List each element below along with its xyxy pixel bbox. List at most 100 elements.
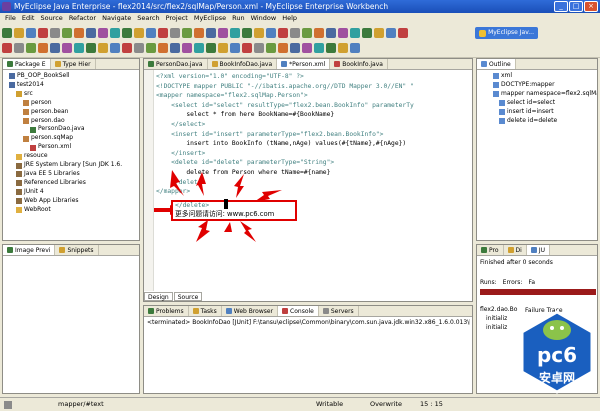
toolbar-button-icon[interactable]: [266, 28, 276, 38]
toolbar-button-icon[interactable]: [14, 28, 24, 38]
tab-source[interactable]: Source: [173, 292, 203, 301]
tree-item[interactable]: Referenced Libraries: [5, 179, 139, 188]
toolbar-button-icon[interactable]: [110, 28, 120, 38]
toolbar-button-icon[interactable]: [230, 43, 240, 53]
minimize-button[interactable]: _: [554, 1, 568, 12]
toolbar-button-icon[interactable]: [98, 28, 108, 38]
tab--person-xml[interactable]: *Person.xml: [277, 59, 331, 69]
toolbar-button-icon[interactable]: [110, 43, 120, 53]
tab-problems[interactable]: Problems: [144, 306, 189, 316]
menu-source[interactable]: Source: [37, 13, 65, 24]
toolbar-button-icon[interactable]: [134, 43, 144, 53]
toolbar-button-icon[interactable]: [182, 43, 192, 53]
toolbar-button-icon[interactable]: [242, 43, 252, 53]
toolbar-button-icon[interactable]: [98, 43, 108, 53]
perspective-switcher[interactable]: MyEclipse Jav...: [475, 27, 538, 39]
tab-web-browser[interactable]: Web Browser: [222, 306, 279, 316]
toolbar-button-icon[interactable]: [146, 43, 156, 53]
toolbar-button-icon[interactable]: [26, 43, 36, 53]
tab-design[interactable]: Design: [144, 292, 173, 301]
menu-project[interactable]: Project: [163, 13, 191, 24]
toolbar-button-icon[interactable]: [14, 43, 24, 53]
tab-snippets[interactable]: Snippets: [55, 245, 99, 255]
toolbar-button-icon[interactable]: [86, 28, 96, 38]
toolbar-button-icon[interactable]: [62, 28, 72, 38]
outline-item[interactable]: mapper namespace=flex2.sqlMap.P: [479, 90, 597, 99]
tab-type-hier[interactable]: Type Hier: [51, 59, 96, 69]
toolbar-button-icon[interactable]: [50, 28, 60, 38]
toolbar-button-icon[interactable]: [206, 28, 216, 38]
toolbar-button-icon[interactable]: [74, 43, 84, 53]
menu-myeclipse[interactable]: MyEclipse: [191, 13, 229, 24]
tab-package-e[interactable]: Package E: [3, 59, 51, 69]
toolbar-button-icon[interactable]: [386, 28, 396, 38]
junit-test-item[interactable]: flex2.dao.Bo: [480, 305, 517, 314]
tree-item[interactable]: person.dao: [5, 117, 139, 126]
menu-edit[interactable]: Edit: [19, 13, 38, 24]
toolbar-button-icon[interactable]: [122, 28, 132, 38]
outline-item[interactable]: select id=select: [479, 99, 597, 108]
tree-item[interactable]: Web App Libraries: [5, 197, 139, 206]
toolbar-button-icon[interactable]: [86, 43, 96, 53]
tab-ju[interactable]: JU: [526, 245, 550, 255]
close-button[interactable]: ×: [584, 1, 598, 12]
tab-pro[interactable]: Pro: [477, 245, 504, 255]
toolbar-button-icon[interactable]: [266, 43, 276, 53]
toolbar-button-icon[interactable]: [74, 28, 84, 38]
toolbar-button-icon[interactable]: [314, 28, 324, 38]
toolbar-button-icon[interactable]: [302, 28, 312, 38]
toolbar-button-icon[interactable]: [218, 43, 228, 53]
toolbar-button-icon[interactable]: [38, 43, 48, 53]
tab-bookinfodao-java[interactable]: BookInfoDao.java: [208, 59, 278, 69]
toolbar-button-icon[interactable]: [338, 43, 348, 53]
toolbar-button-icon[interactable]: [302, 43, 312, 53]
toolbar-button-icon[interactable]: [26, 28, 36, 38]
menu-navigate[interactable]: Navigate: [99, 13, 134, 24]
tree-item[interactable]: resouce: [5, 152, 139, 161]
toolbar-button-icon[interactable]: [158, 43, 168, 53]
toolbar-button-icon[interactable]: [182, 28, 192, 38]
toolbar-button-icon[interactable]: [194, 43, 204, 53]
toolbar-button-icon[interactable]: [374, 28, 384, 38]
tab-servers[interactable]: Servers: [319, 306, 359, 316]
toolbar-button-icon[interactable]: [350, 28, 360, 38]
outline-item[interactable]: delete id=delete: [479, 117, 597, 126]
toolbar-button-icon[interactable]: [170, 43, 180, 53]
menu-refactor[interactable]: Refactor: [66, 13, 99, 24]
toolbar-button-icon[interactable]: [314, 43, 324, 53]
toolbar-button-icon[interactable]: [290, 43, 300, 53]
tab-bookinfo-java[interactable]: BookInfo.java: [330, 59, 388, 69]
toolbar-button-icon[interactable]: [362, 28, 372, 38]
menu-run[interactable]: Run: [229, 13, 247, 24]
maximize-button[interactable]: □: [569, 1, 583, 12]
tree-item[interactable]: JRE System Library [Sun JDK 1.6.: [5, 161, 139, 170]
menu-help[interactable]: Help: [279, 13, 300, 24]
toolbar-button-icon[interactable]: [398, 28, 408, 38]
tab-persondao-java[interactable]: PersonDao.java: [144, 59, 208, 69]
tab-image-previ[interactable]: Image Previ: [3, 245, 56, 255]
toolbar-button-icon[interactable]: [158, 28, 168, 38]
toolbar-button-icon[interactable]: [122, 43, 132, 53]
toolbar-button-icon[interactable]: [62, 43, 72, 53]
toolbar-button-icon[interactable]: [38, 28, 48, 38]
tree-item[interactable]: person.bean: [5, 108, 139, 117]
menu-search[interactable]: Search: [134, 13, 162, 24]
toolbar-button-icon[interactable]: [338, 28, 348, 38]
tree-item[interactable]: src: [5, 90, 139, 99]
toolbar-button-icon[interactable]: [194, 28, 204, 38]
outline-item[interactable]: DOCTYPE:mapper: [479, 81, 597, 90]
toolbar-button-icon[interactable]: [146, 28, 156, 38]
tab-di[interactable]: Di: [504, 245, 527, 255]
toolbar-button-icon[interactable]: [290, 28, 300, 38]
tab-outline[interactable]: Outline: [477, 59, 516, 69]
toolbar-button-icon[interactable]: [230, 28, 240, 38]
tree-item[interactable]: PB_OOP_BookSell: [5, 72, 139, 81]
junit-test-item[interactable]: initializ: [480, 323, 517, 332]
toolbar-button-icon[interactable]: [134, 28, 144, 38]
toolbar-button-icon[interactable]: [350, 43, 360, 53]
toolbar-button-icon[interactable]: [326, 43, 336, 53]
toolbar-button-icon[interactable]: [242, 28, 252, 38]
toolbar-button-icon[interactable]: [254, 43, 264, 53]
toolbar-button-icon[interactable]: [326, 28, 336, 38]
toolbar-button-icon[interactable]: [278, 43, 288, 53]
